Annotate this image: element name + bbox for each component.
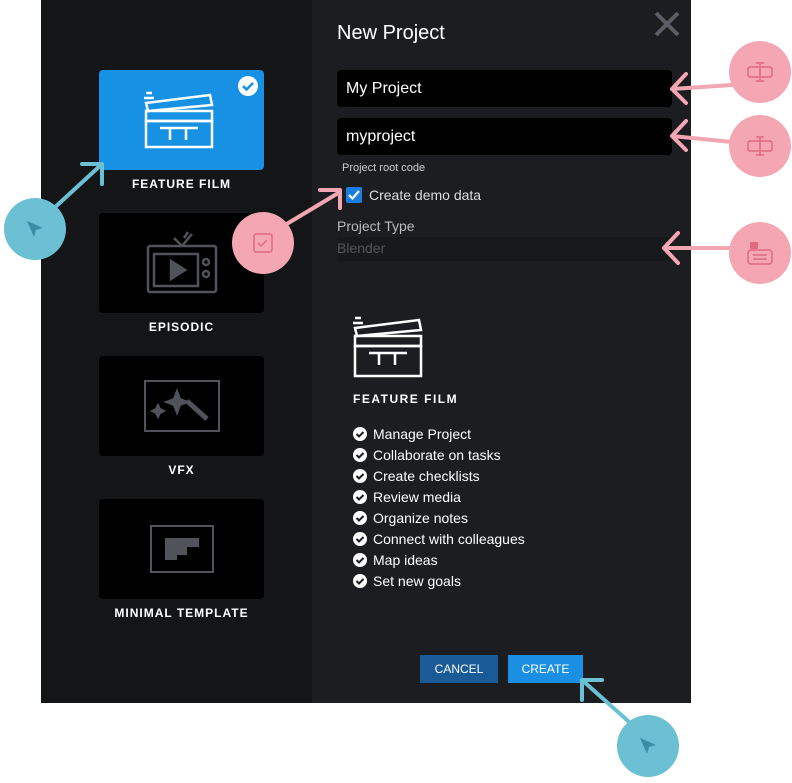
layout-icon <box>149 525 214 573</box>
cancel-button[interactable]: CANCEL <box>420 655 498 683</box>
feature-item: Review media <box>353 486 525 507</box>
create-demo-data-label[interactable]: Create demo data <box>369 187 481 203</box>
feature-text: Collaborate on tasks <box>373 446 501 463</box>
template-card-feature-film[interactable] <box>99 70 264 170</box>
feature-text: Connect with colleagues <box>373 530 525 547</box>
feature-text: Set new goals <box>373 572 461 589</box>
feature-item: Organize notes <box>353 507 525 528</box>
check-circle-icon <box>353 531 367 546</box>
feature-item: Manage Project <box>353 423 525 444</box>
feature-item: Connect with colleagues <box>353 528 525 549</box>
tv-icon <box>146 231 217 294</box>
project-type-label: Project Type <box>337 218 415 234</box>
checkbox-icon <box>253 233 273 253</box>
check-circle-icon <box>353 510 367 525</box>
text-cursor-icon <box>747 136 773 156</box>
check-circle-icon <box>353 468 367 483</box>
feature-text: Create checklists <box>373 467 480 484</box>
check-circle-icon <box>353 489 367 504</box>
template-card-minimal[interactable] <box>99 499 264 599</box>
clapperboard-icon <box>143 91 213 149</box>
project-type-value: Blender <box>337 240 386 256</box>
magic-wand-icon <box>143 380 220 432</box>
check-circle-icon <box>353 552 367 567</box>
feature-list: Manage Project Collaborate on tasks Crea… <box>353 423 525 591</box>
check-circle-icon <box>353 573 367 588</box>
check-circle-icon <box>353 426 367 441</box>
annotation-text-input-bubble <box>729 41 791 103</box>
dropdown-arrow-icon: ▼ <box>661 243 670 253</box>
template-card-vfx[interactable] <box>99 356 264 456</box>
new-project-dialog: FEATURE FILM EPISODIC VFX MINIMAL TEMPLA… <box>41 0 691 703</box>
dropdown-icon <box>747 242 773 265</box>
feature-text: Map ideas <box>373 551 438 568</box>
annotation-click-bubble <box>4 198 66 260</box>
template-label: MINIMAL TEMPLATE <box>114 606 249 620</box>
template-label: EPISODIC <box>148 320 215 334</box>
feature-item: Set new goals <box>353 570 525 591</box>
dialog-title: New Project <box>337 22 445 44</box>
cursor-icon <box>640 738 656 754</box>
project-name-input[interactable] <box>337 70 672 107</box>
template-label: VFX <box>168 463 195 477</box>
project-code-hint: Project root code <box>342 162 426 174</box>
feature-item: Map ideas <box>353 549 525 570</box>
feature-item: Collaborate on tasks <box>353 444 525 465</box>
template-label: FEATURE FILM <box>131 177 232 191</box>
annotation-click-bubble <box>617 715 679 777</box>
close-icon[interactable] <box>653 10 681 38</box>
feature-text: Organize notes <box>373 509 468 526</box>
project-type-select[interactable]: Blender ▼ <box>337 237 672 261</box>
annotation-checkbox-bubble <box>232 212 294 274</box>
annotation-text-input-bubble <box>729 115 791 177</box>
feature-text: Review media <box>373 488 461 505</box>
selected-check-icon <box>238 76 258 96</box>
text-cursor-icon <box>747 62 773 82</box>
create-demo-data-checkbox[interactable] <box>346 187 362 203</box>
check-circle-icon <box>353 447 367 462</box>
cursor-icon <box>27 221 43 237</box>
feature-item: Create checklists <box>353 465 525 486</box>
project-code-input[interactable] <box>337 118 672 155</box>
checkmark-icon <box>348 190 360 201</box>
template-sidebar: FEATURE FILM EPISODIC VFX MINIMAL TEMPLA… <box>41 0 312 703</box>
clapperboard-icon <box>353 316 423 378</box>
create-button[interactable]: CREATE <box>508 655 583 683</box>
annotation-dropdown-bubble <box>729 222 791 284</box>
preview-title: FEATURE FILM <box>353 392 459 406</box>
feature-text: Manage Project <box>373 425 472 442</box>
